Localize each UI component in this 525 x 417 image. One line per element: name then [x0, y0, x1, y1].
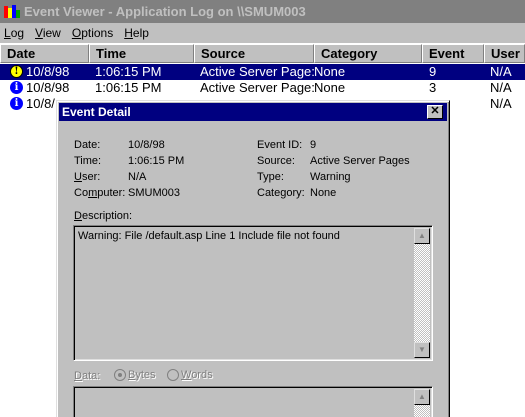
column-header-time[interactable]: Time	[89, 44, 194, 63]
time-value: 1:06:15 PM	[128, 155, 185, 167]
description-text: Warning: File /default.asp Line 1 Includ…	[78, 230, 340, 242]
type-label: Type:	[257, 171, 284, 183]
category-value: None	[310, 187, 337, 199]
row-category: None	[314, 80, 346, 95]
close-button[interactable]: ✕	[427, 105, 443, 119]
row-time: 1:06:15 PM	[95, 64, 162, 79]
row-date: 10/8/98	[26, 80, 70, 95]
menu-log[interactable]: Log	[4, 26, 24, 40]
row-user: N/A	[490, 80, 512, 95]
row-source: Active Server Page:	[200, 64, 314, 79]
words-radio[interactable]: Words	[167, 369, 213, 382]
scroll-up-arrow-icon: ▲	[418, 231, 426, 240]
info-icon: i	[10, 97, 23, 110]
row-user: N/A	[490, 64, 512, 79]
column-header-category[interactable]: Category	[314, 44, 422, 63]
user-label: User:	[74, 171, 101, 183]
time-label: Time:	[74, 155, 102, 167]
dialog-title: Event Detail	[62, 105, 131, 119]
radio-selected-icon	[114, 369, 126, 382]
event-detail-dialog: Event Detail ✕ Date: 10/8/98 Time: 1:06:…	[56, 100, 450, 417]
row-date: 10/8/98	[26, 64, 70, 79]
row-event: 3	[429, 80, 437, 95]
date-label: Date:	[74, 139, 101, 151]
dialog-titlebar[interactable]: Event Detail ✕	[59, 103, 447, 121]
event-id-value: 9	[310, 139, 317, 151]
column-header-date[interactable]: Date	[0, 44, 89, 63]
event-viewer-app-icon	[4, 4, 20, 20]
event-row[interactable]: i 10/8/98 1:06:15 PM Active Server Page: …	[0, 80, 525, 96]
warning-icon: !	[10, 65, 23, 78]
data-label: Data:	[74, 370, 101, 382]
scroll-down-arrow-icon: ▼	[418, 345, 426, 354]
user-value: N/A	[128, 171, 147, 183]
type-value: Warning	[310, 171, 351, 183]
info-icon: i	[10, 81, 23, 94]
column-header-user[interactable]: User	[484, 44, 525, 63]
window-title: Event Viewer - Application Log on \\SMUM…	[24, 4, 306, 19]
scroll-up-arrow-icon: ▲	[418, 392, 426, 401]
bytes-radio[interactable]: Bytes	[114, 369, 156, 382]
computer-label: Computer:	[74, 187, 126, 199]
category-label: Category:	[257, 187, 305, 199]
data-textbox[interactable]: ▲	[73, 386, 433, 417]
event-row[interactable]: ! 10/8/98 1:06:15 PM Active Server Page: …	[0, 64, 525, 80]
source-label: Source:	[257, 155, 295, 167]
computer-value: SMUM003	[128, 187, 180, 199]
scroll-up-button[interactable]: ▲	[414, 228, 430, 244]
window-titlebar[interactable]: Event Viewer - Application Log on \\SMUM…	[0, 0, 525, 23]
row-source: Active Server Page:	[200, 80, 314, 95]
data-scrollbar[interactable]: ▲	[414, 389, 430, 417]
column-header-event[interactable]: Event	[422, 44, 484, 63]
column-header-source[interactable]: Source	[194, 44, 314, 63]
column-header-row: Date Time Source Category Event User	[0, 44, 525, 63]
row-date: 10/8/	[26, 96, 55, 111]
menu-options[interactable]: Options	[72, 26, 113, 40]
menu-view[interactable]: View	[35, 26, 61, 40]
menu-help[interactable]: Help	[124, 26, 149, 40]
data-scroll-up-button[interactable]: ▲	[414, 389, 430, 405]
date-value: 10/8/98	[128, 139, 165, 151]
row-event: 9	[429, 64, 437, 79]
radio-unselected-icon	[167, 369, 179, 382]
close-icon: ✕	[430, 105, 440, 117]
row-user: N/A	[490, 96, 512, 111]
event-id-label: Event ID:	[257, 139, 303, 151]
description-scrollbar[interactable]: ▲ ▼	[414, 228, 430, 358]
description-textbox[interactable]: Warning: File /default.asp Line 1 Includ…	[73, 225, 433, 361]
source-value: Active Server Pages	[310, 155, 410, 167]
description-label: Description:	[74, 210, 133, 222]
scroll-down-button[interactable]: ▼	[414, 342, 430, 358]
row-category: None	[314, 64, 346, 79]
menu-bar: Log View Options Help	[0, 23, 525, 43]
row-time: 1:06:15 PM	[95, 80, 162, 95]
